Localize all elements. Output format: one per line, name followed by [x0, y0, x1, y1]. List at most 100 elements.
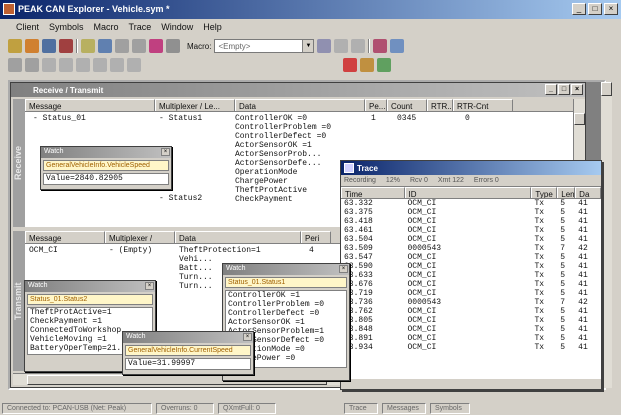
macro-select[interactable]: <Empty> ▼ [214, 39, 315, 53]
open-icon[interactable] [25, 39, 39, 53]
window-controls: _ □ × [572, 3, 618, 15]
trace-row[interactable]: 63.719 OCM_CI Tx 5 41 [341, 289, 601, 298]
col-multiplexer[interactable]: Multiplexer / Le... [155, 99, 235, 111]
status-qxmtfull: QXmtFull: 0 [218, 403, 276, 414]
child-close-button[interactable]: × [571, 84, 583, 95]
col-count[interactable]: Count [387, 99, 427, 111]
menu-symbols[interactable]: Symbols [49, 22, 84, 36]
trace-row[interactable]: 63.375 OCM_CI Tx 5 41 [341, 208, 601, 217]
trace-row[interactable]: 63.418 OCM_CI Tx 5 41 [341, 217, 601, 226]
trace-row[interactable]: 63.934 OCM_CI Tx 5 41 [341, 343, 601, 352]
trace-pause-icon[interactable] [377, 58, 391, 72]
edit-icon[interactable] [8, 58, 22, 72]
find-next-icon[interactable] [93, 58, 107, 72]
macro-step-icon[interactable] [334, 39, 349, 53]
watch-symbol-select[interactable]: Status_01.Status1 [225, 277, 347, 288]
trace-row[interactable]: 63.848 OCM_CI Tx 5 41 [341, 325, 601, 334]
trace-row[interactable]: 63.891 OCM_CI Tx 5 41 [341, 334, 601, 343]
stop-icon[interactable] [166, 39, 180, 53]
trace-record-icon[interactable] [360, 58, 374, 72]
col-data[interactable]: Data [235, 99, 365, 111]
maximize-button[interactable]: □ [588, 3, 602, 15]
receive-count: 0345 [397, 114, 417, 123]
close-icon[interactable]: × [339, 265, 348, 273]
col-time[interactable]: Time [341, 187, 405, 198]
status-tab-trace[interactable]: Trace [344, 403, 378, 414]
symbol-icon[interactable] [373, 39, 388, 53]
close-icon[interactable]: × [145, 282, 154, 290]
find-icon[interactable] [76, 58, 90, 72]
trace-icon [344, 163, 354, 173]
close-icon[interactable]: × [243, 333, 252, 341]
col-message[interactable]: Message [25, 99, 155, 111]
options-icon[interactable] [127, 58, 141, 72]
filter-icon[interactable] [59, 39, 73, 53]
menu-help[interactable]: Help [203, 22, 222, 36]
receive-message: - Status_01 [33, 114, 86, 123]
col-rtr-cnt[interactable]: RTR-Cnt [453, 99, 513, 111]
trace-row[interactable]: 63.805 OCM_CI Tx 5 41 [341, 316, 601, 325]
grid-icon[interactable] [390, 39, 405, 53]
col-period[interactable]: Pe... [365, 99, 387, 111]
trace-row[interactable]: 63.504 OCM_CI Tx 5 41 [341, 235, 601, 244]
signal-row: ActorSensorOK =1 [235, 141, 312, 150]
trace-row[interactable]: 63.509 0000543 Tx 7 42 [341, 244, 601, 253]
col-message[interactable]: Message [25, 231, 105, 243]
watch-titlebar: Watch × [123, 332, 253, 343]
paste-icon[interactable] [132, 39, 146, 53]
status-tab-symbols[interactable]: Symbols [430, 403, 470, 414]
macro-stop-icon[interactable] [351, 39, 366, 53]
scroll-thumb[interactable] [574, 113, 585, 125]
redo-icon[interactable] [59, 58, 73, 72]
col-len[interactable]: Len [557, 187, 576, 198]
watch-symbol-select[interactable]: Status_01.Status2 [27, 294, 153, 305]
connect-icon[interactable] [42, 39, 56, 53]
trace-row[interactable]: 63.332 OCM_CI Tx 5 41 [341, 199, 601, 208]
macro-label: Macro: [187, 41, 212, 51]
child-maximize-button[interactable]: □ [558, 84, 570, 95]
receive-rtr-cnt: 0 [465, 114, 470, 123]
menu-client[interactable]: Client [16, 22, 39, 36]
properties-icon[interactable] [110, 58, 124, 72]
minimize-button[interactable]: _ [572, 3, 586, 15]
trace-header: Time ID Type Len Da [341, 187, 601, 199]
col-type[interactable]: Type [531, 187, 558, 198]
trace-row[interactable]: 63.633 OCM_CI Tx 5 41 [341, 271, 601, 280]
watch-symbol-select[interactable]: GeneralVehicleInfo.CurrentSpeed [125, 345, 251, 356]
receive-tab[interactable]: Receive [13, 99, 25, 227]
col-id[interactable]: ID [404, 187, 532, 198]
status-tab-messages[interactable]: Messages [382, 403, 426, 414]
delete-icon[interactable] [343, 58, 357, 72]
trace-row[interactable]: 63.461 OCM_CI Tx 5 41 [341, 226, 601, 235]
scroll-up-button[interactable] [601, 82, 612, 96]
trace-errors: Errors 0 [473, 177, 499, 184]
close-button[interactable]: × [604, 3, 618, 15]
close-icon[interactable]: × [161, 148, 170, 156]
save-icon[interactable] [81, 39, 95, 53]
trace-row[interactable]: 63.676 OCM_CI Tx 5 41 [341, 280, 601, 289]
signal-row: TheftProtActive [235, 186, 308, 195]
col-data[interactable]: Da [575, 187, 601, 198]
trace-status: Recording 12% Rcv 0 Xmt 122 Errors 0 [341, 175, 601, 187]
undo-icon[interactable] [42, 58, 56, 72]
col-period[interactable]: Peri [301, 231, 331, 243]
watch-symbol-select[interactable]: GeneralVehicleInfo.VehicleSpeed [43, 160, 169, 171]
col-rtr[interactable]: RTR... [427, 99, 453, 111]
record-icon[interactable] [149, 39, 163, 53]
menu-trace[interactable]: Trace [129, 22, 152, 36]
new-icon[interactable] [8, 39, 22, 53]
trace-row[interactable]: 63.547 OCM_CI Tx 5 41 [341, 253, 601, 262]
print-icon[interactable] [98, 39, 112, 53]
trace-row[interactable]: 63.736 0000543 Tx 7 42 [341, 298, 601, 307]
trace-row[interactable]: 63.590 OCM_CI Tx 5 41 [341, 262, 601, 271]
col-multiplexer[interactable]: Multiplexer / [105, 231, 175, 243]
macro-run-icon[interactable] [317, 39, 332, 53]
col-data[interactable]: Data [175, 231, 301, 243]
child-minimize-button[interactable]: _ [545, 84, 557, 95]
cut-icon[interactable] [25, 58, 39, 72]
menu-macro[interactable]: Macro [94, 22, 119, 36]
watch-titlebar: Watch × [25, 281, 155, 292]
copy-icon[interactable] [115, 39, 129, 53]
menu-window[interactable]: Window [161, 22, 193, 36]
trace-row[interactable]: 63.762 OCM_CI Tx 5 41 [341, 307, 601, 316]
